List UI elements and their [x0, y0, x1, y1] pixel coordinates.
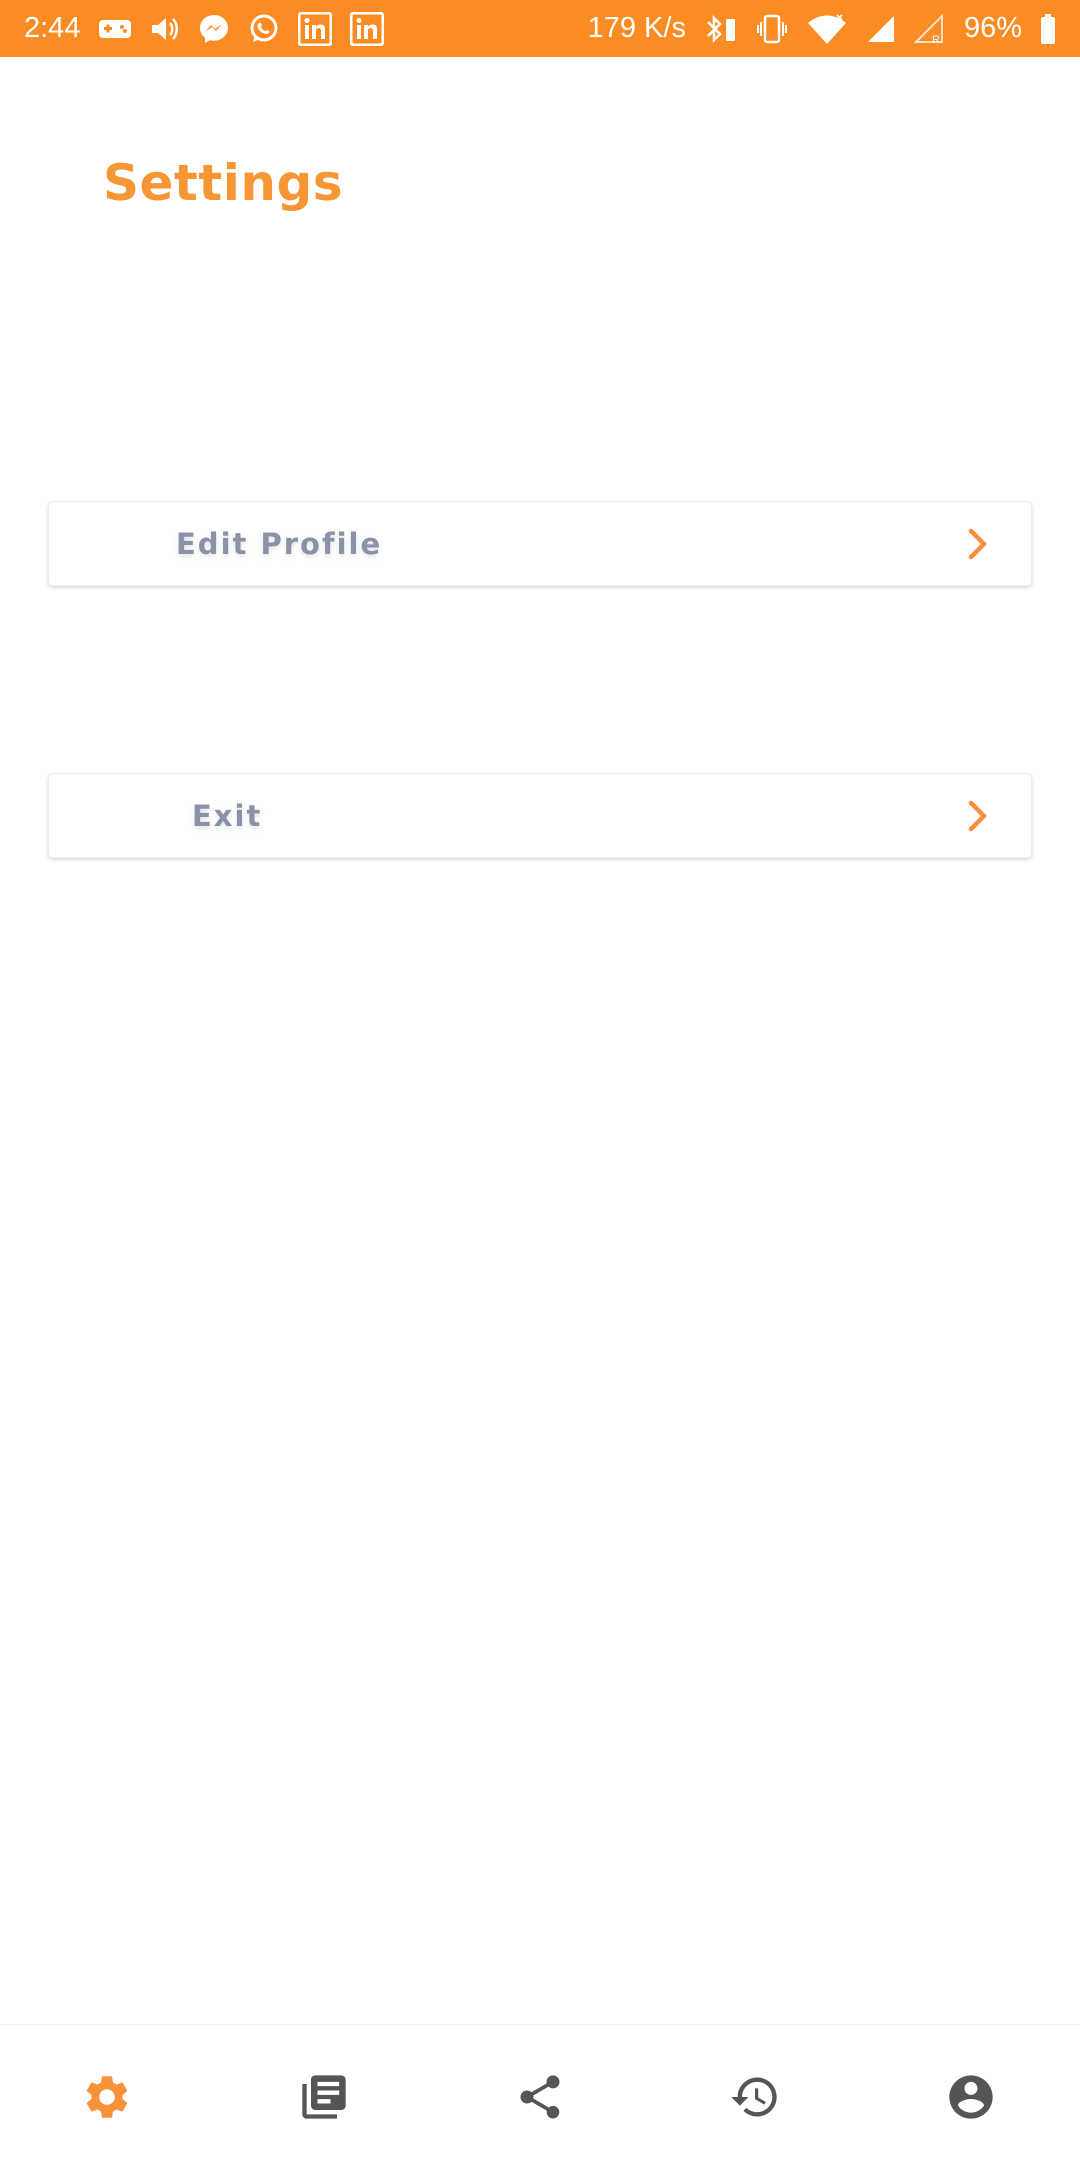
history-icon	[731, 2077, 777, 2117]
nav-history[interactable]	[727, 2069, 783, 2125]
account-icon	[949, 2075, 993, 2119]
linkedin-icon	[350, 11, 385, 46]
status-time: 2:44	[24, 12, 81, 44]
exit-label: Exit	[192, 798, 263, 833]
linkedin-icon	[298, 11, 333, 46]
battery-percent: 96%	[963, 12, 1022, 44]
nav-profile[interactable]	[943, 2069, 999, 2125]
edit-profile-button[interactable]: Edit Profile	[48, 501, 1032, 586]
exit-button[interactable]: Exit	[48, 773, 1032, 858]
share-icon	[520, 2075, 560, 2119]
battery-icon	[1040, 13, 1056, 44]
signal-roaming-icon: R	[913, 13, 946, 44]
game-controller-icon	[98, 16, 132, 42]
net-speed: 179 K/s	[587, 12, 686, 44]
bluetooth-icon	[704, 13, 738, 45]
bottom-nav	[0, 2024, 1080, 2161]
gear-icon	[86, 2076, 128, 2118]
status-bar-left: 2:44	[24, 11, 385, 46]
edit-profile-label: Edit Profile	[176, 526, 383, 561]
wifi-icon	[806, 13, 848, 45]
status-bar: 2:44 179 K/s R 96%	[0, 0, 1080, 57]
messenger-icon	[198, 13, 230, 45]
page-title: Settings	[103, 154, 344, 212]
vibrate-icon	[756, 13, 788, 45]
news-list-icon	[302, 2075, 346, 2119]
nav-share[interactable]	[512, 2069, 568, 2125]
svg-text:R: R	[932, 34, 940, 44]
signal-icon	[866, 14, 896, 44]
chevron-right-icon	[968, 800, 987, 831]
status-bar-right: 179 K/s R 96%	[588, 12, 1056, 45]
volume-icon	[150, 15, 180, 43]
nav-news[interactable]	[296, 2069, 352, 2125]
nav-settings[interactable]	[79, 2069, 135, 2125]
whatsapp-icon	[248, 13, 280, 45]
chevron-right-icon	[968, 528, 987, 559]
